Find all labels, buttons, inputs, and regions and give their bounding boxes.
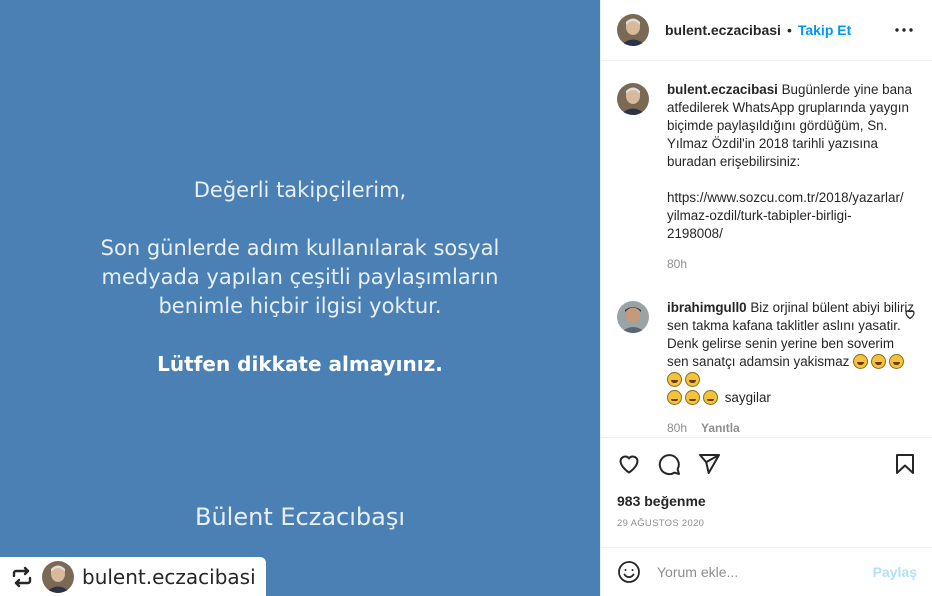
post-date: 29 AĞUSTOS 2020 xyxy=(617,518,705,529)
bookmark-icon[interactable] xyxy=(893,452,917,476)
likes-count[interactable]: 983 beğenme xyxy=(601,490,932,509)
comment-icon[interactable] xyxy=(657,452,681,476)
comment-item: ibrahimgull0 Biz orjinal bülent abiyi bi… xyxy=(617,299,916,437)
caption-username[interactable]: bulent.eczacibasi xyxy=(667,82,778,97)
reply-button[interactable]: Yanıtla xyxy=(701,419,740,437)
smiley-icon[interactable] xyxy=(617,560,641,584)
post-image[interactable]: Değerli takipçilerim, Son günlerde adım … xyxy=(0,0,600,596)
caption-time[interactable]: 80h xyxy=(667,255,687,273)
heart-outline-icon[interactable] xyxy=(904,307,916,320)
post-body-line: medyada yapılan çeşitli paylaşımların xyxy=(101,265,499,289)
post-body-text: Son günlerde adım kullanılarak sosyal me… xyxy=(0,234,600,321)
laugh-emoji xyxy=(667,372,682,387)
repost-badge: bulent.eczacibasi xyxy=(0,557,266,596)
comment-content: ibrahimgull0 Biz orjinal bülent abiyi bi… xyxy=(667,299,916,437)
blush-emoji xyxy=(667,390,682,405)
laugh-emoji xyxy=(871,354,887,369)
avatar[interactable] xyxy=(617,14,649,46)
caption-meta: 80h xyxy=(667,255,916,273)
follow-button[interactable]: Takip Et xyxy=(798,22,851,38)
more-horizontal-icon[interactable] xyxy=(892,18,916,42)
caption-link-line[interactable]: yilmaz-ozdil/turk-tabipler-birligi- xyxy=(667,207,916,225)
comment-tail: saygilar xyxy=(724,390,771,405)
comment-meta: 80h Yanıtla xyxy=(667,419,916,437)
post-actions: 983 beğenme 29 AĞUSTOS 2020 xyxy=(601,437,932,529)
caption-link-line[interactable]: https://www.sozcu.com.tr/2018/yazarlar/ xyxy=(667,189,916,207)
header-username[interactable]: bulent.eczacibasi xyxy=(665,22,781,38)
caption-link[interactable]: https://www.sozcu.com.tr/2018/yazarlar/ … xyxy=(667,189,916,243)
blush-emoji xyxy=(685,390,700,405)
comment-bar: Paylaş xyxy=(601,547,932,596)
send-icon[interactable] xyxy=(697,452,721,476)
repost-username: bulent.eczacibasi xyxy=(82,564,256,589)
laugh-emoji xyxy=(853,354,869,369)
caption-content: bulent.eczacibasi Bugünlerde yine bana a… xyxy=(667,81,916,273)
blush-emoji xyxy=(703,390,718,405)
post-body-line: benimle hiçbir ilgisi yoktur. xyxy=(158,294,442,318)
comment-time[interactable]: 80h xyxy=(667,419,687,437)
avatar[interactable] xyxy=(617,83,649,115)
avatar[interactable] xyxy=(617,301,649,333)
post-header: bulent.eczacibasi • Takip Et xyxy=(601,0,932,61)
comment-username[interactable]: ibrahimgull0 xyxy=(667,300,747,315)
post-signature: Bülent Eczacıbaşı xyxy=(195,503,405,531)
post-greeting: Değerli takipçilerim, xyxy=(193,178,407,202)
comment-input[interactable] xyxy=(657,564,873,580)
caption-link-line[interactable]: 2198008/ xyxy=(667,225,916,243)
action-row xyxy=(601,438,932,490)
laugh-emoji xyxy=(889,354,905,369)
caption: bulent.eczacibasi Bugünlerde yine bana a… xyxy=(617,81,916,273)
comments-list[interactable]: bulent.eczacibasi Bugünlerde yine bana a… xyxy=(601,61,932,437)
share-button[interactable]: Paylaş xyxy=(873,564,917,580)
laugh-emoji xyxy=(685,372,700,387)
post-body-line: Son günlerde adım kullanılarak sosyal xyxy=(100,236,500,260)
heart-icon[interactable] xyxy=(617,452,641,476)
repost-icon xyxy=(10,565,34,589)
avatar xyxy=(42,560,74,593)
post-sidebar: bulent.eczacibasi • Takip Et bulent.ecza… xyxy=(600,0,932,596)
post-emphasis: Lütfen dikkate almayınız. xyxy=(157,352,443,376)
header-separator: • xyxy=(786,22,792,38)
